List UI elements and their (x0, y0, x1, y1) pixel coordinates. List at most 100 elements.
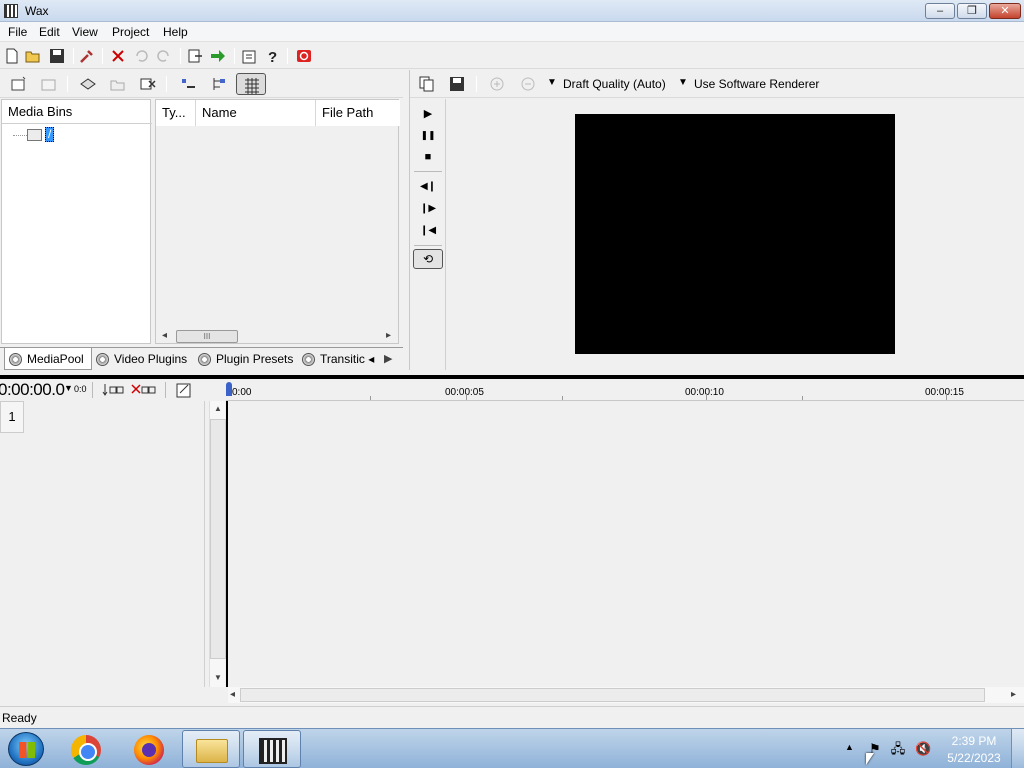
show-hidden-icons-icon[interactable]: ▲ (845, 742, 854, 752)
scroll-thumb[interactable]: III (176, 330, 238, 343)
record-icon[interactable] (295, 47, 313, 65)
wax-app-icon (4, 4, 18, 18)
import-icon[interactable] (79, 75, 97, 93)
menu-file[interactable]: File (8, 25, 27, 39)
tab-scroll-right-icon[interactable]: ▶ (384, 352, 392, 365)
save-frame-icon[interactable] (448, 75, 466, 93)
quality-dropdown-icon[interactable]: ▼ (547, 77, 557, 88)
tab-plugin-presets[interactable]: Plugin Presets (194, 348, 298, 370)
bin-up-icon[interactable] (40, 75, 58, 93)
open-icon[interactable] (24, 47, 42, 65)
track-1-header[interactable]: 1 (0, 401, 24, 433)
folder-icon[interactable] (27, 129, 42, 141)
scroll-up-icon[interactable]: ▲ (214, 404, 222, 413)
volume-muted-icon[interactable]: 🔇 (915, 741, 931, 757)
column-type[interactable]: Ty... (156, 100, 196, 126)
playhead[interactable] (226, 401, 228, 687)
start-button[interactable] (8, 732, 44, 766)
media-bins-header: Media Bins (8, 104, 73, 119)
taskbar-wax[interactable] (243, 730, 301, 768)
help-icon[interactable]: ? (263, 47, 281, 65)
timecode-small-label: 0:0 (74, 384, 87, 394)
toolbar-separator (234, 48, 235, 64)
clock-time[interactable]: 2:39 PM (948, 734, 1000, 748)
scroll-right-icon[interactable]: ▸ (1011, 689, 1016, 700)
close-button[interactable]: ✕ (989, 3, 1021, 19)
scroll-down-icon[interactable]: ▼ (214, 673, 222, 682)
tree-icon[interactable] (210, 75, 228, 93)
scroll-left-icon[interactable]: ◂ (230, 689, 235, 700)
play-button[interactable]: ▶ (420, 106, 436, 122)
quality-dropdown[interactable]: Draft Quality (Auto) (563, 77, 666, 91)
undo-icon[interactable] (132, 47, 150, 65)
video-preview-screen[interactable] (575, 114, 895, 354)
menu-edit[interactable]: Edit (39, 25, 60, 39)
scroll-right-icon[interactable]: ▸ (386, 330, 391, 341)
stop-button[interactable]: ■ (420, 149, 436, 165)
save-icon[interactable] (48, 47, 66, 65)
tab-label: Transitic ◂ (320, 352, 375, 366)
taskbar-chrome[interactable] (57, 730, 115, 768)
timecode-dropdown-icon[interactable]: ▼ (64, 383, 73, 393)
tab-transitions[interactable]: Transitic ◂ (298, 348, 378, 370)
next-frame-button[interactable]: ❙▶ (420, 201, 436, 217)
file-explorer-icon (196, 739, 228, 763)
column-file-path[interactable]: File Path (316, 100, 400, 126)
main-toolbar: ? (0, 43, 1024, 69)
toolbar-separator (180, 48, 181, 64)
wrench-icon[interactable] (78, 47, 96, 65)
edit-properties-icon[interactable] (175, 381, 193, 399)
remove-icon[interactable] (139, 75, 157, 93)
export-icon[interactable] (186, 47, 204, 65)
tab-mediapool[interactable]: MediaPool (4, 348, 92, 370)
maximize-button[interactable]: ❐ (957, 3, 987, 19)
go-to-start-button[interactable]: ❙◀ (420, 223, 436, 239)
timeline-ruler[interactable]: 0:00 00:00:05 00:00:10 00:00:15 (226, 379, 1024, 401)
grid-view-button[interactable] (236, 73, 266, 95)
renderer-dropdown[interactable]: Use Software Renderer (694, 77, 819, 91)
column-name[interactable]: Name (196, 100, 316, 126)
pause-button[interactable]: ❚❚ (420, 127, 436, 143)
renderer-dropdown-icon[interactable]: ▼ (678, 77, 688, 88)
timeline-hscroll[interactable]: ◂ ▸ (228, 687, 1024, 703)
add-track-icon[interactable] (102, 382, 126, 398)
new-bin-icon[interactable] (10, 75, 28, 93)
taskbar-firefox[interactable] (120, 730, 178, 768)
loop-button[interactable]: ⟲ (413, 249, 443, 269)
sort-icon[interactable] (179, 75, 197, 93)
delete-icon[interactable] (109, 47, 127, 65)
vscroll-thumb[interactable] (210, 419, 226, 659)
zoom-out-icon[interactable] (519, 75, 537, 93)
windows-logo-icon (19, 742, 35, 758)
track-area[interactable] (227, 401, 1024, 687)
open-folder-icon[interactable] (109, 75, 127, 93)
hscroll-thumb[interactable] (240, 688, 985, 702)
menu-project[interactable]: Project (112, 25, 149, 39)
redo-icon[interactable] (155, 47, 173, 65)
ruler-tick (562, 396, 563, 400)
copy-icon[interactable] (418, 75, 436, 93)
file-list-hscroll[interactable]: ◂ III ▸ (160, 328, 398, 344)
clock-date[interactable]: 5/22/2023 (944, 751, 1004, 765)
zoom-in-icon[interactable] (488, 75, 506, 93)
tab-video-plugins[interactable]: Video Plugins (92, 348, 194, 370)
minimize-button[interactable]: – (925, 3, 955, 19)
taskbar-explorer[interactable] (182, 730, 240, 768)
playhead-handle[interactable] (226, 382, 232, 396)
delete-track-icon[interactable] (131, 382, 157, 398)
menu-help[interactable]: Help (163, 25, 188, 39)
menu-view[interactable]: View (72, 25, 98, 39)
previous-frame-button[interactable]: ◀❙ (420, 179, 436, 195)
properties-icon[interactable] (240, 47, 258, 65)
new-icon[interactable] (3, 47, 21, 65)
tab-label: Plugin Presets (216, 352, 294, 366)
network-icon[interactable]: 🖧 (890, 741, 906, 757)
toolbar-separator (67, 76, 68, 92)
show-desktop-button[interactable] (1011, 729, 1024, 768)
timeline-vscroll[interactable]: ▲ ▼ (209, 401, 226, 687)
scroll-left-icon[interactable]: ◂ (162, 330, 167, 341)
track-header-area (0, 401, 205, 687)
restore-icon: ❐ (967, 5, 977, 17)
go-icon[interactable] (209, 47, 227, 65)
root-bin-label[interactable]: / (45, 127, 55, 142)
